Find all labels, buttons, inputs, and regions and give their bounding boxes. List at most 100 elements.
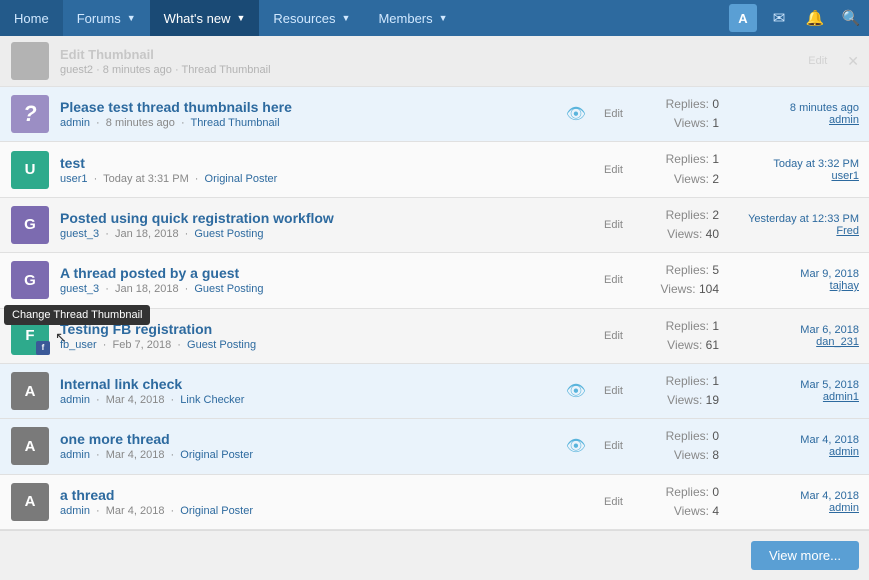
thread-info: test user1 · Today at 3:31 PM · Original… <box>60 155 588 185</box>
last-post-date: Today at 3:32 PM <box>773 158 859 170</box>
dot-separator: · <box>105 228 109 240</box>
last-post-user[interactable]: Fred <box>729 225 859 237</box>
views-label: Views: <box>667 227 702 241</box>
dot-separator: · <box>96 117 100 129</box>
dot-separator2: · <box>177 339 181 351</box>
nav-resources[interactable]: Resources ▼ <box>259 0 364 36</box>
user-avatar: ? <box>11 95 49 133</box>
views-count: 2 <box>712 172 719 186</box>
author-link[interactable]: guest_3 <box>60 283 99 295</box>
last-post-user[interactable]: admin <box>729 502 859 514</box>
bell-icon[interactable]: 🔔 <box>797 0 833 36</box>
ghost-edit[interactable]: Edit <box>808 55 827 67</box>
thread-time: Mar 4, 2018 <box>106 505 165 517</box>
last-post-date: Mar 5, 2018 <box>800 379 859 391</box>
views-label: Views: <box>674 116 709 130</box>
search-icon[interactable]: 🔍 <box>833 0 869 36</box>
edit-button[interactable]: Edit <box>598 438 629 454</box>
last-post-user[interactable]: admin1 <box>729 391 859 403</box>
author-link[interactable]: admin <box>60 449 90 461</box>
last-post-cell: Mar 9, 2018 tajhay <box>729 268 859 292</box>
replies-label: Replies: <box>666 374 709 388</box>
views-count: 104 <box>699 282 719 296</box>
thread-tag[interactable]: Guest Posting <box>194 228 263 240</box>
edit-button[interactable]: Edit <box>598 383 629 399</box>
thread-row: F f Testing FB registration fb_user · Fe… <box>0 309 869 364</box>
edit-button[interactable]: Edit <box>598 494 629 510</box>
nav-members[interactable]: Members ▼ <box>364 0 461 36</box>
ghost-meta: guest2 · 8 minutes ago · Thread Thumbnai… <box>60 64 798 76</box>
nav-forums[interactable]: Forums ▼ <box>63 0 150 36</box>
thread-time: Jan 18, 2018 <box>115 228 179 240</box>
last-post-user[interactable]: user1 <box>729 170 859 182</box>
stats-cell: Replies: 0 Views: 1 <box>639 95 719 133</box>
last-post-user[interactable]: dan_231 <box>729 336 859 348</box>
replies-label: Replies: <box>666 485 709 499</box>
views-label: Views: <box>667 393 702 407</box>
dot-separator2: · <box>185 283 189 295</box>
views-count: 19 <box>706 393 719 407</box>
avatar[interactable]: A <box>729 4 757 32</box>
thread-tag[interactable]: Guest Posting <box>194 283 263 295</box>
envelope-icon[interactable]: ✉ <box>761 0 797 36</box>
edit-button[interactable]: Edit <box>598 217 629 233</box>
dot-separator: · <box>105 283 109 295</box>
author-link[interactable]: admin <box>60 505 90 517</box>
edit-button[interactable]: Edit <box>598 106 629 122</box>
thread-row: A one more thread admin · Mar 4, 2018 · … <box>0 419 869 474</box>
user-avatar: G <box>11 261 49 299</box>
navigation: Home Forums ▼ What's new ▼ Resources ▼ M… <box>0 0 869 36</box>
thread-info: Testing FB registration fb_user · Feb 7,… <box>60 321 588 351</box>
ghost-thread-info: Edit Thumbnail guest2 · 8 minutes ago · … <box>60 47 798 76</box>
stats-cell: Replies: 5 Views: 104 <box>639 261 719 299</box>
author-link[interactable]: admin <box>60 117 90 129</box>
thread-meta: admin · Mar 4, 2018 · Link Checker <box>60 394 556 406</box>
author-link[interactable]: user1 <box>60 173 88 185</box>
views-count: 8 <box>712 448 719 462</box>
nav-home[interactable]: Home <box>0 0 63 36</box>
avatar-cell: U <box>10 151 50 189</box>
thread-tag[interactable]: Original Poster <box>180 449 253 461</box>
edit-button[interactable]: Edit <box>598 162 629 178</box>
dot-separator2: · <box>171 505 175 517</box>
ghost-close-icon[interactable]: ✕ <box>847 53 859 70</box>
thread-tag[interactable]: Guest Posting <box>187 339 256 351</box>
edit-button[interactable]: Edit <box>598 328 629 344</box>
thread-tag[interactable]: Link Checker <box>180 394 244 406</box>
thread-title[interactable]: a thread <box>60 487 588 503</box>
nav-whats-new[interactable]: What's new ▼ <box>150 0 260 36</box>
watched-icon: 👁 <box>566 104 586 124</box>
last-post-user[interactable]: admin <box>729 114 859 126</box>
thread-title[interactable]: Internal link check <box>60 376 556 392</box>
thread-title[interactable]: Testing FB registration <box>60 321 588 337</box>
dot-separator: · <box>103 339 107 351</box>
last-post-user[interactable]: tajhay <box>729 280 859 292</box>
last-post-cell: Mar 5, 2018 admin1 <box>729 379 859 403</box>
thread-meta: admin · 8 minutes ago · Thread Thumbnail <box>60 117 556 129</box>
nav-right: A ✉ 🔔 🔍 <box>725 0 869 36</box>
dot-separator: · <box>96 449 100 461</box>
thread-title[interactable]: test <box>60 155 588 171</box>
avatar-cell: A <box>10 372 50 410</box>
author-link[interactable]: admin <box>60 394 90 406</box>
thread-tag[interactable]: Original Poster <box>205 173 278 185</box>
user-avatar: A <box>11 372 49 410</box>
thread-title[interactable]: A thread posted by a guest <box>60 265 588 281</box>
thread-meta: guest_3 · Jan 18, 2018 · Guest Posting <box>60 283 588 295</box>
thread-tag[interactable]: Thread Thumbnail <box>190 117 279 129</box>
author-link[interactable]: guest_3 <box>60 228 99 240</box>
thread-info: one more thread admin · Mar 4, 2018 · Or… <box>60 431 556 461</box>
thread-title[interactable]: Please test thread thumbnails here <box>60 99 556 115</box>
view-more-button[interactable]: View more... <box>751 541 859 570</box>
nav-resources-label: Resources <box>273 11 335 26</box>
thread-tag[interactable]: Original Poster <box>180 505 253 517</box>
edit-button[interactable]: Edit <box>598 272 629 288</box>
dot-separator2: · <box>171 394 175 406</box>
thread-title[interactable]: Posted using quick registration workflow <box>60 210 588 226</box>
last-post-user[interactable]: admin <box>729 446 859 458</box>
ghost-avatar <box>11 42 49 80</box>
last-post-date: Mar 9, 2018 <box>800 268 859 280</box>
replies-count: 1 <box>712 374 719 388</box>
thread-title[interactable]: one more thread <box>60 431 556 447</box>
avatar-cell: F f <box>10 317 50 355</box>
